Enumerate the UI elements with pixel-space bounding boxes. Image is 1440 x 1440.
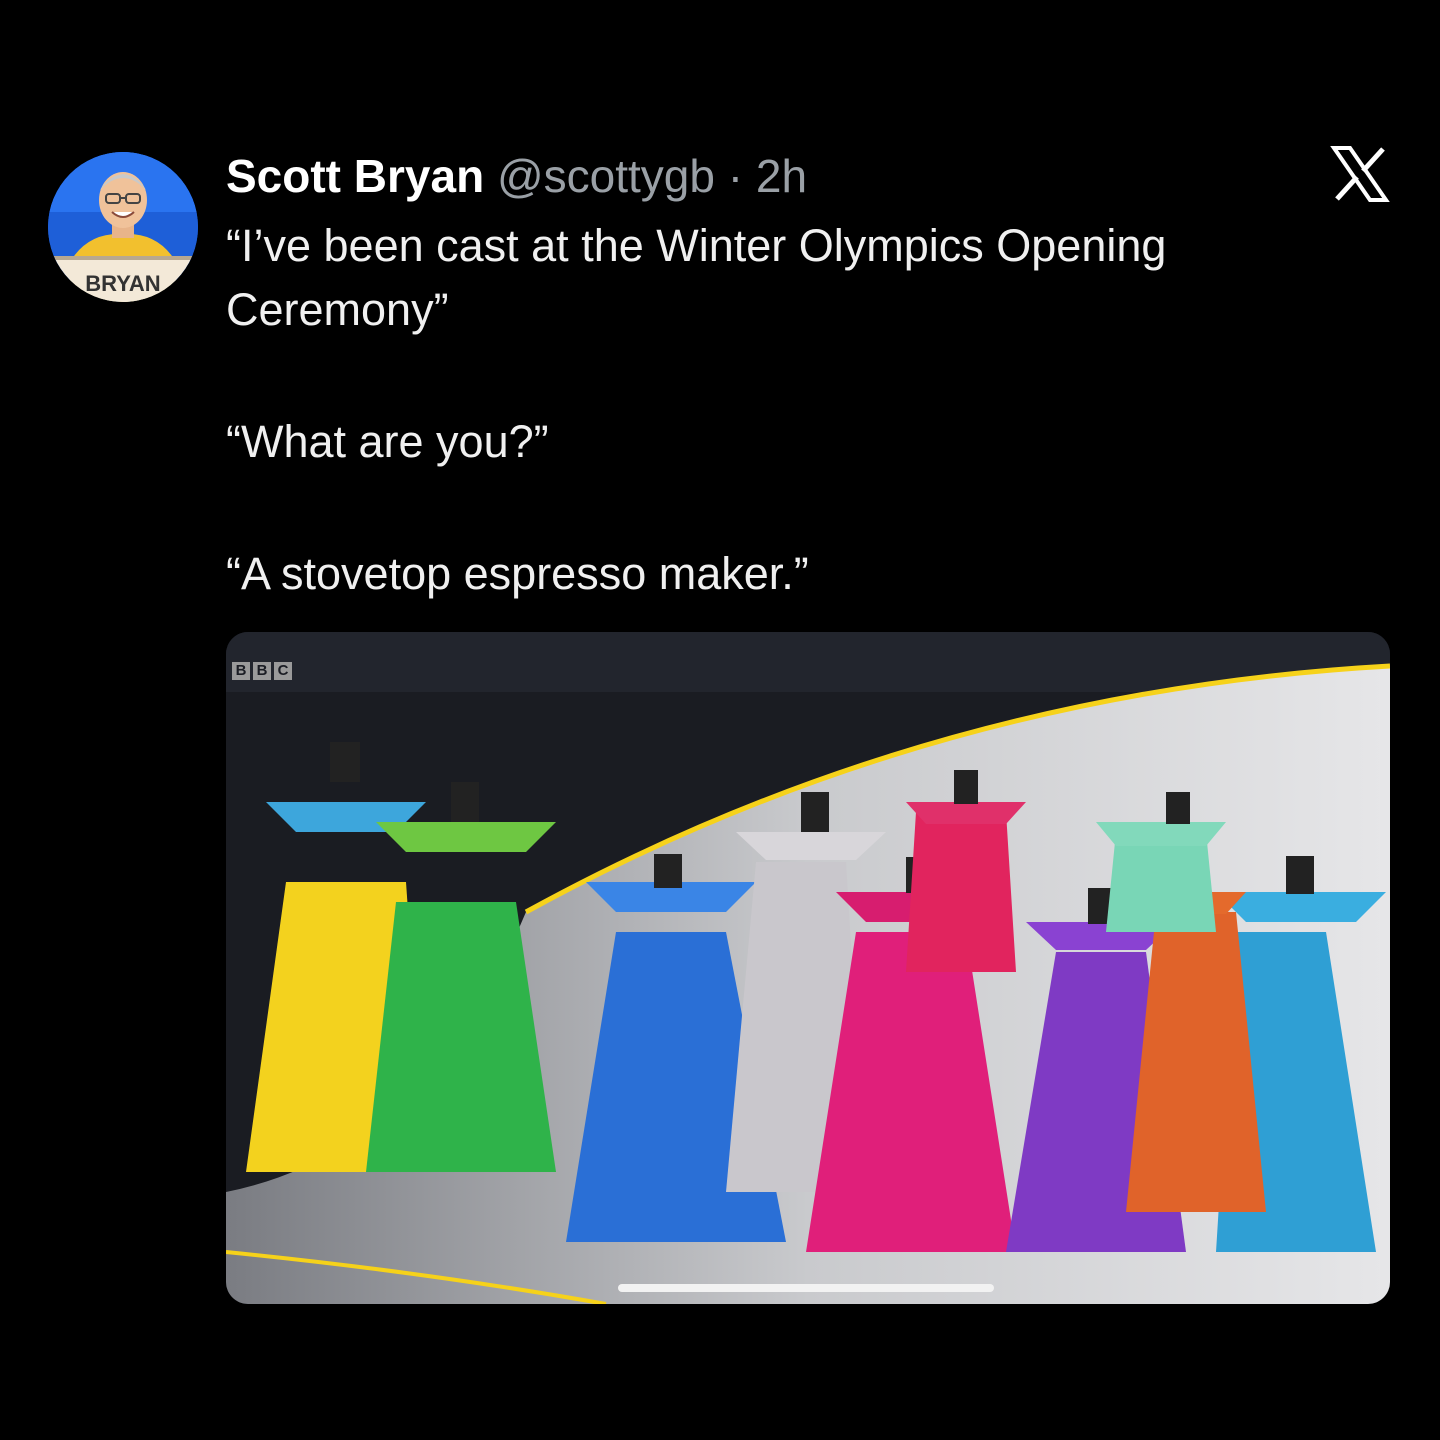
timestamp[interactable]: 2h <box>756 150 807 202</box>
bbc-letter: C <box>274 662 292 680</box>
avatar-nameplate: BRYAN <box>85 271 160 296</box>
tweet-header: Scott Bryan @scottygb · 2h <box>226 148 807 204</box>
bbc-letter: B <box>232 662 250 680</box>
tweet-text: “I’ve been cast at the Winter Olympics O… <box>226 214 1366 606</box>
avatar-image: BRYAN <box>48 152 198 302</box>
tweet-paragraph: “I’ve been cast at the Winter Olympics O… <box>226 220 1167 335</box>
separator: · <box>727 150 744 202</box>
tweet-paragraph: “What are you?” <box>226 416 549 467</box>
x-logo-icon <box>1330 146 1390 202</box>
bbc-watermark: B B C <box>232 662 292 680</box>
tweet-video[interactable]: B B C <box>226 632 1390 1304</box>
video-scrubber[interactable] <box>618 1284 994 1292</box>
video-frame <box>226 632 1390 1304</box>
handle[interactable]: @scottygb <box>497 150 715 202</box>
bbc-letter: B <box>253 662 271 680</box>
tweet-paragraph: “A stovetop espresso maker.” <box>226 548 809 599</box>
avatar[interactable]: BRYAN <box>48 152 198 302</box>
display-name[interactable]: Scott Bryan <box>226 150 484 202</box>
tweet-card: BRYAN Scott Bryan @scottygb · 2h “I’ve b… <box>0 0 1440 1440</box>
